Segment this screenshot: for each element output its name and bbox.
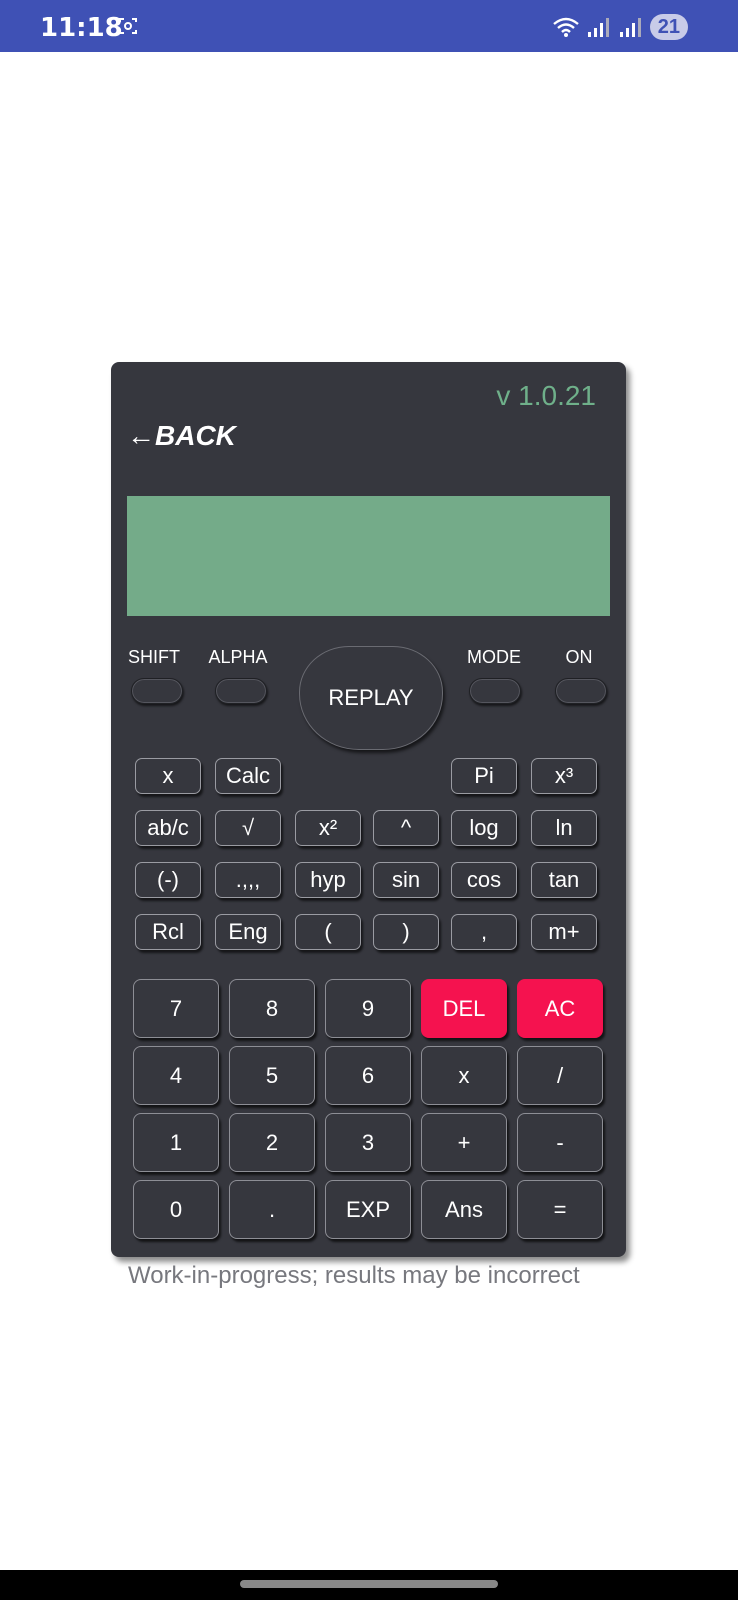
all-clear-button[interactable]: AC: [517, 979, 603, 1038]
replay-button[interactable]: REPLAY: [299, 646, 443, 750]
shift-label: SHIFT: [128, 647, 180, 667]
home-gesture-handle[interactable]: [240, 1580, 498, 1588]
key-8[interactable]: 8: [229, 979, 315, 1038]
status-icons: 21: [552, 14, 688, 40]
key-log[interactable]: log: [451, 810, 517, 846]
key-equals[interactable]: =: [517, 1180, 603, 1239]
key-x-cubed[interactable]: x³: [531, 758, 597, 794]
key-sin[interactable]: sin: [373, 862, 439, 898]
key-x[interactable]: x: [135, 758, 201, 794]
mode-button[interactable]: [469, 678, 521, 704]
key-multiply[interactable]: x: [421, 1046, 507, 1105]
back-label: BACK: [155, 420, 236, 451]
key-decimal[interactable]: .: [229, 1180, 315, 1239]
signal-icon: [619, 18, 641, 37]
key-fraction[interactable]: ab/c: [135, 810, 201, 846]
key-m-plus[interactable]: m+: [531, 914, 597, 950]
key-calc[interactable]: Calc: [215, 758, 281, 794]
version-label: v 1.0.21: [496, 380, 596, 411]
key-open-paren[interactable]: (: [295, 914, 361, 950]
key-negative[interactable]: (-): [135, 862, 201, 898]
delete-button[interactable]: DEL: [421, 979, 507, 1038]
key-divide[interactable]: /: [517, 1046, 603, 1105]
signal-icon: [587, 18, 609, 37]
status-bar: 11:18 21: [0, 0, 738, 52]
navigation-bar: [0, 1570, 738, 1600]
key-pi[interactable]: Pi: [451, 758, 517, 794]
key-2[interactable]: 2: [229, 1113, 315, 1172]
key-hyp[interactable]: hyp: [295, 862, 361, 898]
key-sqrt[interactable]: √: [215, 810, 281, 846]
key-cos[interactable]: cos: [451, 862, 517, 898]
on-button[interactable]: [555, 678, 607, 704]
on-label: ON: [565, 647, 593, 667]
key-ans[interactable]: Ans: [421, 1180, 507, 1239]
key-rcl[interactable]: Rcl: [135, 914, 201, 950]
key-degrees[interactable]: .,,,: [215, 862, 281, 898]
shift-button[interactable]: [131, 678, 183, 704]
key-1[interactable]: 1: [133, 1113, 219, 1172]
key-6[interactable]: 6: [325, 1046, 411, 1105]
key-tan[interactable]: tan: [531, 862, 597, 898]
key-3[interactable]: 3: [325, 1113, 411, 1172]
key-exp[interactable]: EXP: [325, 1180, 411, 1239]
key-7[interactable]: 7: [133, 979, 219, 1038]
key-comma[interactable]: ,: [451, 914, 517, 950]
back-button[interactable]: ←BACK: [127, 420, 236, 452]
mode-label: MODE: [467, 647, 521, 667]
key-ln[interactable]: ln: [531, 810, 597, 846]
back-arrow-icon: ←: [127, 420, 155, 451]
alpha-label: ALPHA: [208, 647, 268, 667]
battery-badge: 21: [649, 14, 688, 40]
calculator-display: [127, 496, 610, 616]
calculator-body: v 1.0.21 ←BACK SHIFT ALPHA MODE ON REPLA…: [111, 362, 626, 1257]
status-time: 11:18: [40, 13, 123, 43]
wifi-icon: [552, 17, 579, 37]
key-5[interactable]: 5: [229, 1046, 315, 1105]
key-plus[interactable]: +: [421, 1113, 507, 1172]
key-close-paren[interactable]: ): [373, 914, 439, 950]
key-x-squared[interactable]: x²: [295, 810, 361, 846]
screenshot-icon: [119, 18, 137, 34]
key-minus[interactable]: -: [517, 1113, 603, 1172]
warning-note: Work-in-progress; results may be incorre…: [128, 1262, 580, 1289]
key-eng[interactable]: Eng: [215, 914, 281, 950]
key-9[interactable]: 9: [325, 979, 411, 1038]
key-0[interactable]: 0: [133, 1180, 219, 1239]
key-4[interactable]: 4: [133, 1046, 219, 1105]
alpha-button[interactable]: [215, 678, 267, 704]
key-power[interactable]: ^: [373, 810, 439, 846]
